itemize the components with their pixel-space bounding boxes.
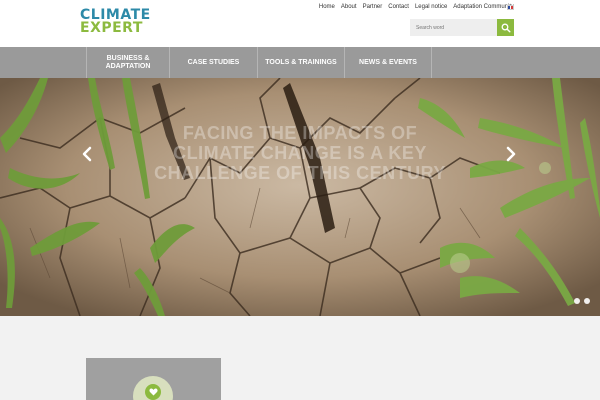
top-nav-home[interactable]: Home [319,4,335,10]
climate-expert-logo[interactable]: CLIMATE EXPERT [80,8,151,36]
search-form [410,19,514,36]
nav-case-studies[interactable]: CASE STUDIES [169,47,257,78]
chevron-left-icon [82,146,92,162]
top-nav-partner[interactable]: Partner [363,4,383,10]
chevron-right-icon [506,146,516,162]
hero-slider[interactable]: FACING THE IMPACTS OF CLIMATE CHANGE IS … [0,78,600,316]
feature-card[interactable] [86,358,221,400]
top-nav-about[interactable]: About [341,4,357,10]
top-nav: Home About Partner Contact Legal notice … [319,4,514,10]
top-nav-adaptation-community[interactable]: Adaptation Community [453,4,514,10]
nav-news-events-label: NEWS & EVENTS [359,58,417,66]
nav-news-events[interactable]: NEWS & EVENTS [344,47,432,78]
nav-business-adaptation[interactable]: BUSINESS & ADAPTATION [86,47,169,78]
card-badge [133,376,173,400]
nav-tools-trainings-label: TOOLS & TRAININGS [265,58,337,66]
top-nav-legal-notice[interactable]: Legal notice [415,4,447,10]
heart-icon [145,384,161,400]
search-input[interactable] [410,19,497,36]
slider-dots [574,298,590,304]
main-nav: BUSINESS & ADAPTATION CASE STUDIES TOOLS… [0,47,600,78]
slider-dot-1[interactable] [574,298,580,304]
hero-caption: FACING THE IMPACTS OF CLIMATE CHANGE IS … [154,123,446,183]
cracked-soil-image [0,78,600,316]
top-nav-contact[interactable]: Contact [388,4,409,10]
page: CLIMATE EXPERT Home About Partner Contac… [0,0,600,400]
slider-prev-button[interactable] [80,145,94,163]
french-flag-icon[interactable] [507,5,514,10]
nav-tools-trainings[interactable]: TOOLS & TRAININGS [257,47,344,78]
slider-dot-2[interactable] [584,298,590,304]
nav-case-studies-label: CASE STUDIES [187,58,240,66]
search-icon [501,23,511,33]
nav-business-adaptation-line-2: ADAPTATION [105,62,151,70]
search-button[interactable] [497,19,514,36]
logo-line-2: EXPERT [80,20,143,36]
header: CLIMATE EXPERT Home About Partner Contac… [0,0,600,47]
nav-business-adaptation-line-1: BUSINESS & [106,54,150,62]
slider-next-button[interactable] [504,145,518,163]
